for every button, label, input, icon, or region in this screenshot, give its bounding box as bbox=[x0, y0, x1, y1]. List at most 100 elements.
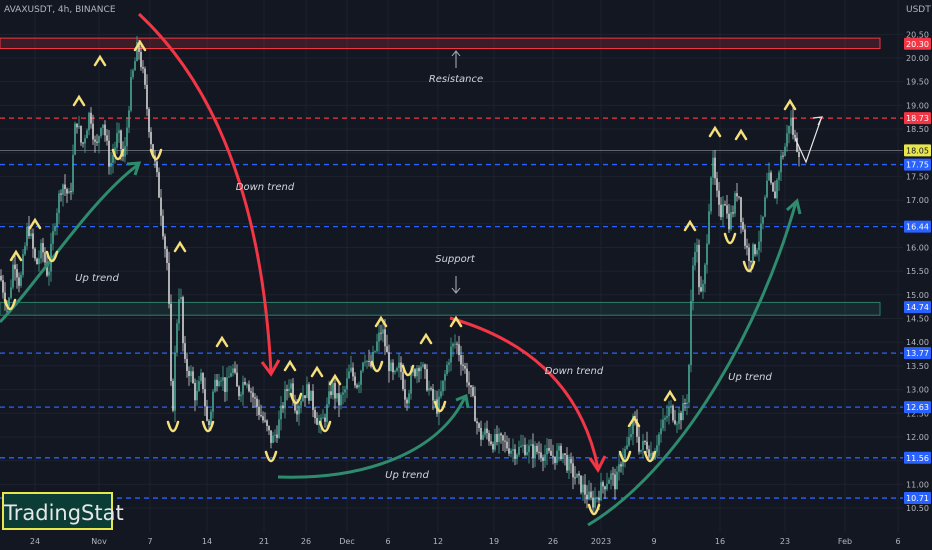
up-trend-arrow bbox=[0, 162, 140, 324]
candle-body bbox=[476, 421, 478, 424]
candle-body bbox=[422, 364, 424, 367]
candle-body bbox=[222, 377, 224, 381]
price-tag-label: 17.75 bbox=[906, 161, 929, 170]
price-tick-label: 20.00 bbox=[906, 54, 929, 63]
candle-body bbox=[262, 416, 264, 421]
brand-logo: TradingStat bbox=[2, 492, 124, 530]
candle-body bbox=[0, 275, 2, 281]
candle-body bbox=[598, 497, 600, 501]
annotation-label: Down trend bbox=[236, 182, 295, 193]
price-tag-label: 12.63 bbox=[906, 403, 929, 412]
candle-body bbox=[676, 423, 678, 425]
candle-body bbox=[342, 392, 344, 395]
candle-body bbox=[516, 454, 518, 459]
candle-body bbox=[456, 343, 458, 345]
support-pointer bbox=[451, 276, 461, 294]
resistance-pointer bbox=[451, 50, 461, 68]
candle-body bbox=[538, 451, 540, 453]
candle-body bbox=[402, 371, 404, 390]
candle-body bbox=[208, 420, 210, 425]
candle-body bbox=[738, 196, 740, 198]
candle-body bbox=[272, 435, 274, 443]
candle-body bbox=[254, 397, 256, 399]
time-tick-label: 21 bbox=[259, 537, 269, 546]
candle-body bbox=[340, 394, 342, 406]
candle-body bbox=[590, 491, 592, 498]
annotation-label: Support bbox=[435, 254, 476, 265]
candle-body bbox=[606, 483, 608, 490]
candle-body bbox=[666, 416, 668, 418]
price-tick-label: 19.50 bbox=[906, 78, 929, 87]
candle-body bbox=[266, 420, 268, 427]
candle-body bbox=[156, 161, 158, 173]
candle-body bbox=[576, 473, 578, 478]
candle-body bbox=[522, 444, 524, 446]
candle-body bbox=[386, 346, 388, 353]
candle-body bbox=[674, 420, 676, 424]
candle-body bbox=[496, 434, 498, 443]
candle-body bbox=[76, 123, 78, 128]
candle-body bbox=[778, 172, 780, 180]
candle-body bbox=[324, 417, 326, 422]
price-tick-label: 15.00 bbox=[906, 291, 929, 300]
candle-body bbox=[364, 361, 366, 363]
candle-body bbox=[162, 215, 164, 237]
candle-body bbox=[74, 123, 76, 155]
candle-body bbox=[678, 412, 680, 424]
time-tick-label: 19 bbox=[489, 537, 499, 546]
candle-body bbox=[146, 84, 148, 110]
candle-body bbox=[406, 399, 408, 404]
candle-body bbox=[502, 435, 504, 441]
candle-body bbox=[288, 388, 290, 392]
candle-body bbox=[396, 368, 398, 371]
annotation-label: Up trend bbox=[385, 470, 429, 481]
candle-body bbox=[640, 449, 642, 452]
candle-body bbox=[600, 482, 602, 501]
candle-body bbox=[322, 417, 324, 419]
candle-body bbox=[328, 391, 330, 405]
candle-body bbox=[480, 427, 482, 440]
swing-low-marker bbox=[166, 420, 180, 433]
candle-body bbox=[144, 68, 146, 85]
price-tick-label: 12.00 bbox=[906, 433, 929, 442]
candle-body bbox=[530, 444, 532, 446]
candle-body bbox=[758, 241, 760, 251]
candle-body bbox=[744, 229, 746, 246]
candle-body bbox=[384, 329, 386, 347]
candle-body bbox=[300, 400, 302, 406]
candle-body bbox=[588, 491, 590, 500]
candle-body bbox=[18, 277, 20, 286]
candle-body bbox=[464, 365, 466, 369]
candle-body bbox=[786, 133, 788, 147]
candle-body bbox=[160, 197, 162, 216]
candle-body bbox=[742, 221, 744, 230]
candle-body bbox=[72, 154, 74, 192]
time-tick-label: 6 bbox=[385, 537, 390, 546]
price-tick-label: 13.50 bbox=[906, 362, 929, 371]
candle-body bbox=[38, 258, 40, 265]
candle-body bbox=[236, 372, 238, 387]
candle-body bbox=[424, 364, 426, 370]
candle-body bbox=[248, 384, 250, 392]
candle-body bbox=[486, 428, 488, 434]
price-axis[interactable]: 10.5011.0011.5012.0012.5013.0013.5014.00… bbox=[903, 0, 932, 550]
candle-body bbox=[338, 393, 340, 406]
candle-body bbox=[484, 428, 486, 435]
candle-body bbox=[554, 456, 556, 463]
candle-body bbox=[240, 394, 242, 397]
candle-body bbox=[398, 362, 400, 369]
candle-body bbox=[298, 405, 300, 415]
candle-body bbox=[772, 182, 774, 192]
candle-body bbox=[726, 205, 728, 214]
time-axis[interactable]: 24 Nov 7 14 21 26 Dec 6 12 19 26 2023 9 16 23 Feb 6 bbox=[0, 532, 903, 550]
candle-body bbox=[244, 381, 246, 385]
candle-body bbox=[710, 177, 712, 212]
candle-body bbox=[26, 226, 28, 247]
candle-body bbox=[468, 382, 470, 386]
candle-body bbox=[274, 434, 276, 436]
swing-high-marker bbox=[663, 389, 677, 402]
candle-body bbox=[392, 362, 394, 373]
price-chart[interactable]: Resistance Support Down trend Up trend Down … bbox=[0, 0, 932, 550]
candle-body bbox=[380, 332, 382, 334]
candle-body bbox=[66, 188, 68, 194]
